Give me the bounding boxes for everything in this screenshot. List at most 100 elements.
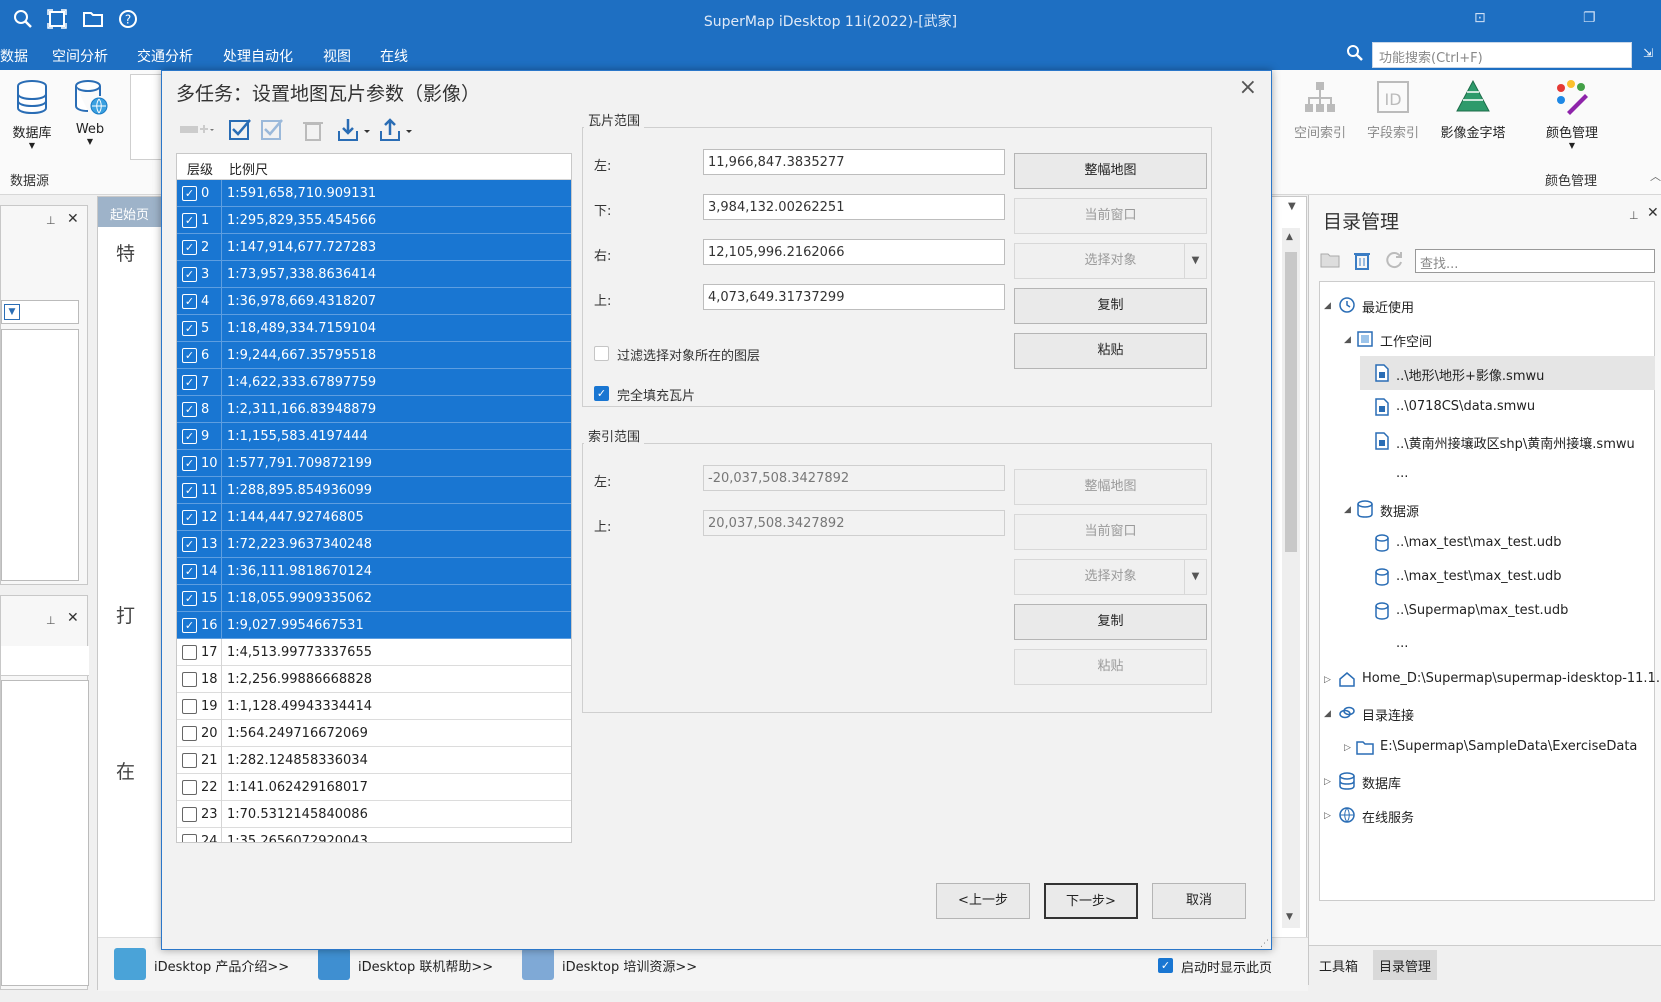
table-row[interactable]: ✓ 11 1:288,895.854936099 <box>177 477 571 504</box>
table-row[interactable]: 23 1:70.5312145840086 <box>177 801 571 828</box>
menu-traffic-analysis[interactable]: 交通分析 <box>137 46 193 66</box>
pin-icon[interactable]: ⊥ <box>46 614 56 627</box>
index-paste-button[interactable]: 粘贴 <box>1014 649 1207 685</box>
invert-selection-icon[interactable] <box>260 117 286 143</box>
row-checkbox[interactable]: ✓ <box>182 483 197 498</box>
pin-icon[interactable]: ⊥ <box>1629 209 1639 222</box>
tree-ws-item[interactable]: ..\黄南州接壤政区shp\黄南州接壤.smwu <box>1396 433 1635 452</box>
chevron-down-icon[interactable]: ▼ <box>1184 244 1206 278</box>
index-left-input[interactable]: -20,037,508.3427892 <box>703 465 1005 491</box>
select-all-icon[interactable] <box>228 117 254 143</box>
filter-layers-checkbox[interactable] <box>594 346 609 361</box>
start-page-tab[interactable]: 起始页 <box>98 197 162 227</box>
tree-ds-item[interactable]: ..\max_test\max_test.udb <box>1396 569 1561 584</box>
menu-online[interactable]: 在线 <box>380 46 408 66</box>
column-header-scale[interactable]: 比例尺 <box>229 159 268 178</box>
tile-left-input[interactable]: 11,966,847.3835277 <box>703 149 1005 175</box>
table-row[interactable]: ✓ 1 1:295,829,355.454566 <box>177 207 571 234</box>
index-select-object-button[interactable]: 选择对象 ▼ <box>1014 559 1207 595</box>
row-checkbox[interactable]: ✓ <box>182 564 197 579</box>
row-checkbox[interactable] <box>182 726 197 741</box>
catalog-search-input[interactable]: 查找... <box>1415 249 1655 273</box>
restore-icon[interactable]: ⊡ <box>1474 10 1486 26</box>
tree-ds-item[interactable]: ..\max_test\max_test.udb <box>1396 535 1561 550</box>
row-checkbox[interactable]: ✓ <box>182 375 197 390</box>
collapse-arrow[interactable]: ▷ <box>1324 811 1331 821</box>
row-checkbox[interactable]: ✓ <box>182 267 197 282</box>
menu-data[interactable]: 数据 <box>0 46 28 66</box>
close-icon[interactable]: × <box>1239 75 1257 100</box>
index-top-input[interactable]: 20,037,508.3427892 <box>703 510 1005 536</box>
tile-copy-button[interactable]: 复制 <box>1014 288 1207 324</box>
refresh-icon[interactable] <box>1383 249 1405 275</box>
close-icon[interactable]: ✕ <box>67 211 79 227</box>
row-checkbox[interactable] <box>182 807 197 822</box>
table-row[interactable]: ✓ 3 1:73,957,338.8636414 <box>177 261 571 288</box>
training-link[interactable]: iDesktop 培训资源>> <box>562 956 697 975</box>
image-pyramid-button[interactable]: 影像金字塔 <box>1433 78 1513 141</box>
table-row[interactable]: ✓ 14 1:36,111.9818670124 <box>177 558 571 585</box>
resize-grip-icon[interactable]: ⋰ <box>1260 939 1269 949</box>
tree-database[interactable]: 数据库 <box>1362 773 1401 792</box>
table-row[interactable]: ✓ 15 1:18,055.9909335062 <box>177 585 571 612</box>
row-checkbox[interactable]: ✓ <box>182 510 197 525</box>
tree-connection-item[interactable]: E:\Supermap\SampleData\ExerciseData <box>1380 739 1637 754</box>
table-row[interactable]: 24 1:35.2656072920043 <box>177 828 571 842</box>
table-row[interactable]: ✓ 0 1:591,658,710.909131 <box>177 180 571 207</box>
table-row[interactable]: ✓ 8 1:2,311,166.83948879 <box>177 396 571 423</box>
row-checkbox[interactable] <box>182 699 197 714</box>
web-datasource-button[interactable]: Web ▼ <box>68 78 112 146</box>
layer-list[interactable] <box>1 329 79 581</box>
close-icon[interactable]: ✕ <box>67 610 79 626</box>
prev-step-button[interactable]: <上一步 <box>936 883 1030 919</box>
table-row[interactable]: 22 1:141.062429168017 <box>177 774 571 801</box>
next-step-button[interactable]: 下一步> <box>1044 883 1138 919</box>
start-item-online[interactable]: 在 <box>116 757 135 784</box>
start-item-open[interactable]: 打 <box>116 601 135 628</box>
table-row[interactable]: 20 1:564.249716672069 <box>177 720 571 747</box>
panel-content[interactable] <box>1 680 89 986</box>
index-full-map-button[interactable]: 整幅地图 <box>1014 469 1207 505</box>
table-row[interactable]: 21 1:282.124858336034 <box>177 747 571 774</box>
delete-icon[interactable] <box>1351 249 1373 275</box>
tile-full-map-button[interactable]: 整幅地图 <box>1014 153 1207 189</box>
row-checkbox[interactable] <box>182 672 197 687</box>
import-icon[interactable] <box>336 117 370 143</box>
table-row[interactable]: ✓ 6 1:9,244,667.35795518 <box>177 342 571 369</box>
table-row[interactable]: 19 1:1,128.49943334414 <box>177 693 571 720</box>
expand-arrow[interactable]: ◢ <box>1344 505 1351 515</box>
color-management-button[interactable]: 颜色管理 ▼ <box>1537 78 1607 150</box>
add-row-icon[interactable] <box>178 117 214 143</box>
online-help-link[interactable]: iDesktop 联机帮助>> <box>358 956 493 975</box>
row-checkbox[interactable]: ✓ <box>182 402 197 417</box>
expand-arrow[interactable]: ◢ <box>1344 335 1351 345</box>
row-checkbox[interactable] <box>182 780 197 795</box>
table-row[interactable]: 17 1:4,513.99773337655 <box>177 639 571 666</box>
tree-ws-item[interactable]: ..\0718CS\data.smwu <box>1396 399 1535 414</box>
new-folder-icon[interactable] <box>1319 249 1341 275</box>
table-row[interactable]: ✓ 5 1:18,489,334.7159104 <box>177 315 571 342</box>
fill-tiles-checkbox[interactable]: ✓ <box>594 386 609 401</box>
index-current-window-button[interactable]: 当前窗口 <box>1014 514 1207 550</box>
feature-search-input[interactable]: 功能搜索(Ctrl+F) <box>1372 42 1632 68</box>
tree-online[interactable]: 在线服务 <box>1362 807 1414 826</box>
table-row[interactable]: ✓ 4 1:36,978,669.4318207 <box>177 288 571 315</box>
collapse-ribbon-icon[interactable]: ⇲ <box>1643 46 1653 60</box>
row-checkbox[interactable] <box>182 753 197 768</box>
pin-icon[interactable]: ⊥ <box>46 214 56 227</box>
tree-ds-more[interactable]: ... <box>1396 636 1408 651</box>
row-checkbox[interactable]: ✓ <box>182 240 197 255</box>
tree-ws-more[interactable]: ... <box>1396 466 1408 481</box>
maximize-icon[interactable]: ❐ <box>1583 10 1596 26</box>
tree-recent[interactable]: 最近使用 <box>1362 297 1414 316</box>
chevron-down-icon[interactable]: ▼ <box>1184 560 1206 594</box>
tab-catalog[interactable]: 目录管理 <box>1373 950 1438 980</box>
row-checkbox[interactable]: ✓ <box>182 213 197 228</box>
cancel-button[interactable]: 取消 <box>1152 883 1246 919</box>
table-row[interactable]: ✓ 2 1:147,914,677.727283 <box>177 234 571 261</box>
collapse-arrow[interactable]: ▷ <box>1324 777 1331 787</box>
vertical-scrollbar[interactable]: ▲ ▼ <box>1282 228 1300 928</box>
row-checkbox[interactable]: ✓ <box>182 429 197 444</box>
table-row[interactable]: ✓ 10 1:577,791.709872199 <box>177 450 571 477</box>
tile-top-input[interactable]: 4,073,649.31737299 <box>703 284 1005 310</box>
